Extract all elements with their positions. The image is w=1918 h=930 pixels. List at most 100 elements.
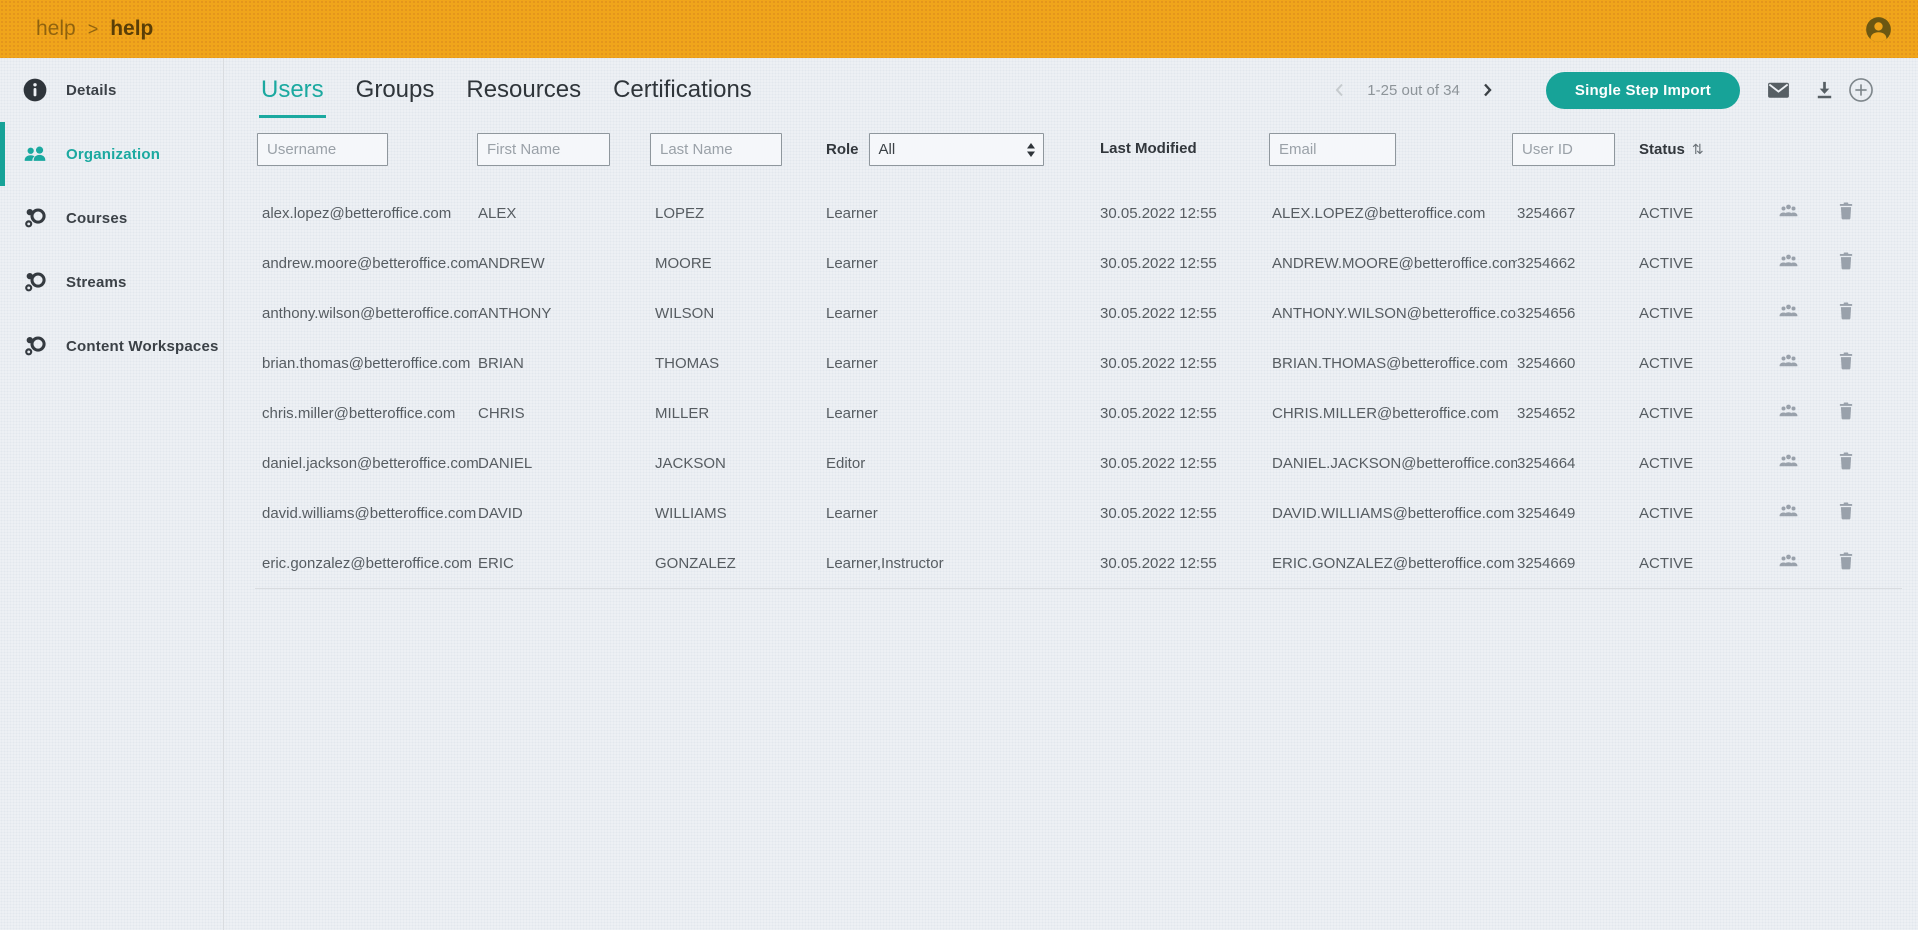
tab-certifications[interactable]: Certifications — [611, 62, 754, 118]
tab-resources[interactable]: Resources — [464, 62, 583, 118]
account-icon[interactable] — [1865, 16, 1892, 43]
delete-icon[interactable] — [1835, 251, 1856, 272]
cell-email: DANIEL.JACKSON@betteroffice.com — [1272, 455, 1517, 472]
user-groups-icon[interactable] — [1778, 351, 1799, 372]
table-row[interactable]: brian.thomas@betteroffice.com BRIAN THOM… — [255, 338, 1902, 388]
tab-groups[interactable]: Groups — [354, 62, 437, 118]
delete-icon[interactable] — [1835, 351, 1856, 372]
sidebar-item-label: Streams — [66, 274, 127, 291]
sidebar: Details Organization Courses — [0, 58, 224, 930]
cell-first-name: DAVID — [478, 505, 655, 522]
cell-username: alex.lopez@betteroffice.com — [262, 205, 478, 222]
delete-icon[interactable] — [1835, 451, 1856, 472]
cell-username: brian.thomas@betteroffice.com — [262, 355, 478, 372]
delete-icon[interactable] — [1835, 401, 1856, 422]
cell-first-name: ALEX — [478, 205, 655, 222]
cell-first-name: ANDREW — [478, 255, 655, 272]
table-row[interactable]: eric.gonzalez@betteroffice.com ERIC GONZ… — [255, 538, 1902, 588]
username-filter-input[interactable] — [257, 133, 388, 166]
sidebar-item-organization[interactable]: Organization — [0, 122, 223, 186]
tab-bar: Users Groups Resources Certifications — [259, 62, 754, 118]
cell-user-id: 3254662 — [1517, 255, 1639, 272]
cell-last-name: JACKSON — [655, 455, 826, 472]
sidebar-item-label: Content Workspaces — [66, 338, 219, 355]
user-groups-icon[interactable] — [1778, 451, 1799, 472]
table-row[interactable]: chris.miller@betteroffice.com CHRIS MILL… — [255, 388, 1902, 438]
cell-user-id: 3254656 — [1517, 305, 1639, 322]
toolbar: 1-25 out of 34 Single Step Import — [1331, 70, 1874, 110]
cell-last-modified: 30.05.2022 12:55 — [1100, 505, 1272, 522]
sidebar-item-courses[interactable]: Courses — [0, 186, 223, 250]
cell-username: andrew.moore@betteroffice.com — [262, 255, 478, 272]
status-badge: ACTIVE — [1639, 505, 1778, 522]
table-row[interactable]: david.williams@betteroffice.com DAVID WI… — [255, 488, 1902, 538]
add-icon[interactable] — [1848, 77, 1874, 103]
user-groups-icon[interactable] — [1778, 401, 1799, 422]
email-filter-input[interactable] — [1269, 133, 1396, 166]
last-name-filter-input[interactable] — [650, 133, 782, 166]
cell-role: Learner — [826, 355, 1100, 372]
table-row[interactable]: anthony.wilson@betteroffice.com ANTHONY … — [255, 288, 1902, 338]
sidebar-item-details[interactable]: Details — [0, 58, 223, 122]
cell-role: Learner — [826, 405, 1100, 422]
breadcrumb-separator: > — [88, 19, 99, 40]
mail-icon[interactable] — [1766, 78, 1791, 103]
cell-first-name: ERIC — [478, 555, 655, 572]
user-groups-icon[interactable] — [1778, 201, 1799, 222]
cell-last-modified: 30.05.2022 12:55 — [1100, 255, 1272, 272]
status-badge: ACTIVE — [1639, 555, 1778, 572]
cell-first-name: CHRIS — [478, 405, 655, 422]
sort-icon[interactable]: ⇅ — [1692, 141, 1704, 158]
cell-user-id: 3254652 — [1517, 405, 1639, 422]
sidebar-item-streams[interactable]: Streams — [0, 250, 223, 314]
cell-email: BRIAN.THOMAS@betteroffice.com — [1272, 355, 1517, 372]
status-badge: ACTIVE — [1639, 455, 1778, 472]
cell-role: Editor — [826, 455, 1100, 472]
status-badge: ACTIVE — [1639, 355, 1778, 372]
table-row[interactable]: alex.lopez@betteroffice.com ALEX LOPEZ L… — [255, 188, 1902, 238]
cell-email: DAVID.WILLIAMS@betteroffice.com — [1272, 505, 1517, 522]
table-row[interactable]: daniel.jackson@betteroffice.com DANIEL J… — [255, 438, 1902, 488]
delete-icon[interactable] — [1835, 301, 1856, 322]
cell-last-modified: 30.05.2022 12:55 — [1100, 355, 1272, 372]
table-row[interactable]: andrew.moore@betteroffice.com ANDREW MOO… — [255, 238, 1902, 288]
breadcrumb-parent[interactable]: help — [36, 17, 76, 41]
pagination-prev-icon[interactable] — [1331, 81, 1349, 99]
cell-first-name: DANIEL — [478, 455, 655, 472]
user-groups-icon[interactable] — [1778, 251, 1799, 272]
cell-role: Learner — [826, 505, 1100, 522]
download-icon[interactable] — [1813, 79, 1836, 102]
delete-icon[interactable] — [1835, 201, 1856, 222]
user-id-filter-input[interactable] — [1512, 133, 1615, 166]
last-modified-header: Last Modified — [1100, 140, 1197, 157]
delete-icon[interactable] — [1835, 501, 1856, 522]
breadcrumb-current: help — [110, 17, 153, 41]
status-badge: ACTIVE — [1639, 305, 1778, 322]
user-groups-icon[interactable] — [1778, 501, 1799, 522]
users-table: alex.lopez@betteroffice.com ALEX LOPEZ L… — [224, 188, 1918, 589]
pagination-next-icon[interactable] — [1478, 81, 1496, 99]
workflow-icon — [22, 269, 48, 295]
cell-role: Learner — [826, 305, 1100, 322]
cell-last-modified: 30.05.2022 12:55 — [1100, 455, 1272, 472]
cell-username: eric.gonzalez@betteroffice.com — [262, 555, 478, 572]
single-step-import-button[interactable]: Single Step Import — [1546, 72, 1740, 109]
topbar: help > help — [0, 0, 1918, 58]
sidebar-item-content-workspaces[interactable]: Content Workspaces — [0, 314, 223, 378]
delete-icon[interactable] — [1835, 551, 1856, 572]
cell-role: Learner,Instructor — [826, 555, 1100, 572]
cell-last-name: GONZALEZ — [655, 555, 826, 572]
user-groups-icon[interactable] — [1778, 551, 1799, 572]
user-groups-icon[interactable] — [1778, 301, 1799, 322]
status-badge: ACTIVE — [1639, 205, 1778, 222]
cell-username: anthony.wilson@betteroffice.com — [262, 305, 478, 322]
tab-users[interactable]: Users — [259, 62, 326, 118]
pagination-range: 1-25 out of 34 — [1367, 82, 1460, 99]
status-header: Status — [1639, 141, 1685, 158]
table-filter-row: Role All Last Modified Status ⇅ — [224, 124, 1918, 174]
first-name-filter-input[interactable] — [477, 133, 610, 166]
cell-email: ANDREW.MOORE@betteroffice.com — [1272, 255, 1517, 272]
role-select[interactable]: All — [869, 133, 1044, 166]
cell-username: david.williams@betteroffice.com — [262, 505, 478, 522]
cell-email: ANTHONY.WILSON@betteroffice.com — [1272, 305, 1517, 322]
